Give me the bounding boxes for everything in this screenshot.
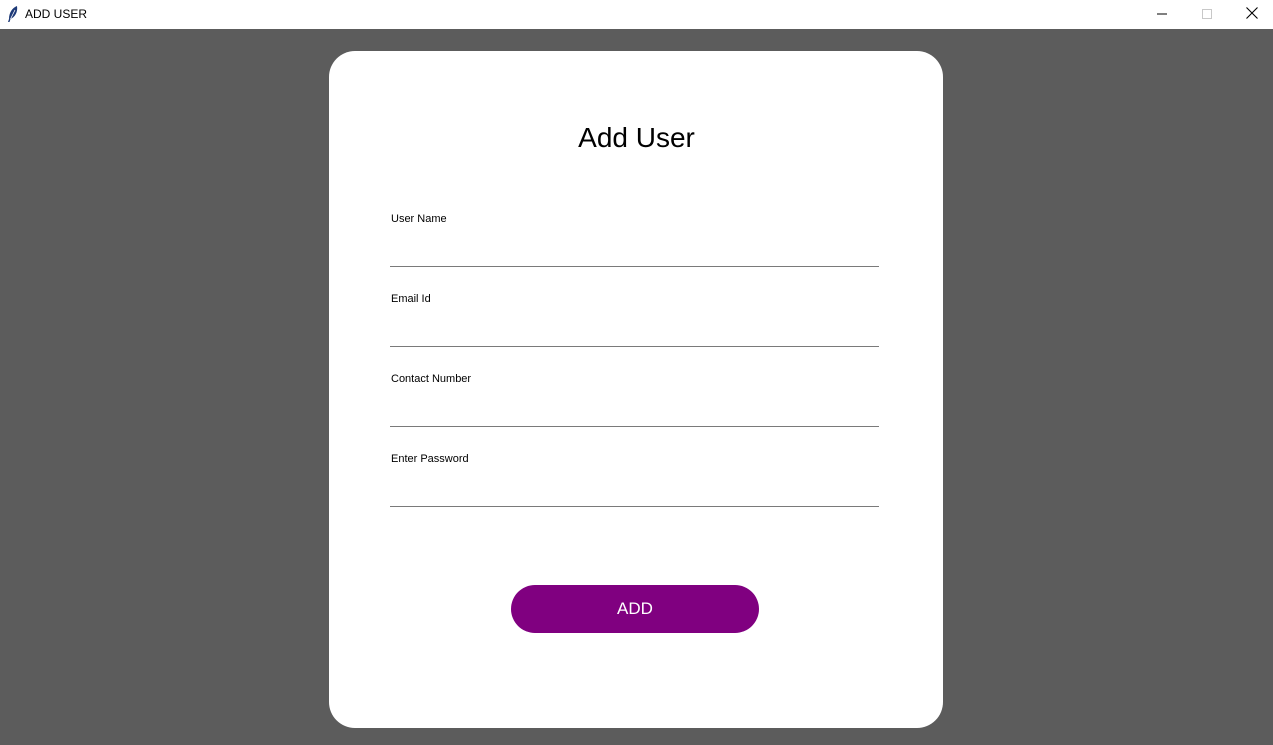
user-name-label: User Name [391, 213, 447, 225]
maximize-icon [1202, 6, 1212, 24]
page-title: Add User [578, 122, 695, 153]
feather-icon [6, 5, 20, 23]
app-window: ADD USER Add User User Name Email Id Con… [0, 0, 1273, 745]
user-name-field[interactable] [390, 242, 879, 267]
password-label: Enter Password [391, 453, 469, 465]
close-button[interactable] [1229, 0, 1273, 29]
minimize-button[interactable] [1139, 0, 1185, 29]
add-button[interactable]: ADD [511, 585, 759, 633]
contact-number-field[interactable] [390, 402, 879, 427]
close-icon [1246, 6, 1258, 24]
password-field[interactable] [390, 482, 879, 507]
email-id-label: Email Id [391, 293, 431, 305]
title-bar: ADD USER [0, 0, 1273, 29]
minimize-icon [1157, 6, 1167, 24]
contact-number-label: Contact Number [391, 373, 472, 385]
maximize-button[interactable] [1184, 0, 1230, 29]
email-id-field[interactable] [390, 322, 879, 347]
window-title: ADD USER [25, 7, 88, 21]
